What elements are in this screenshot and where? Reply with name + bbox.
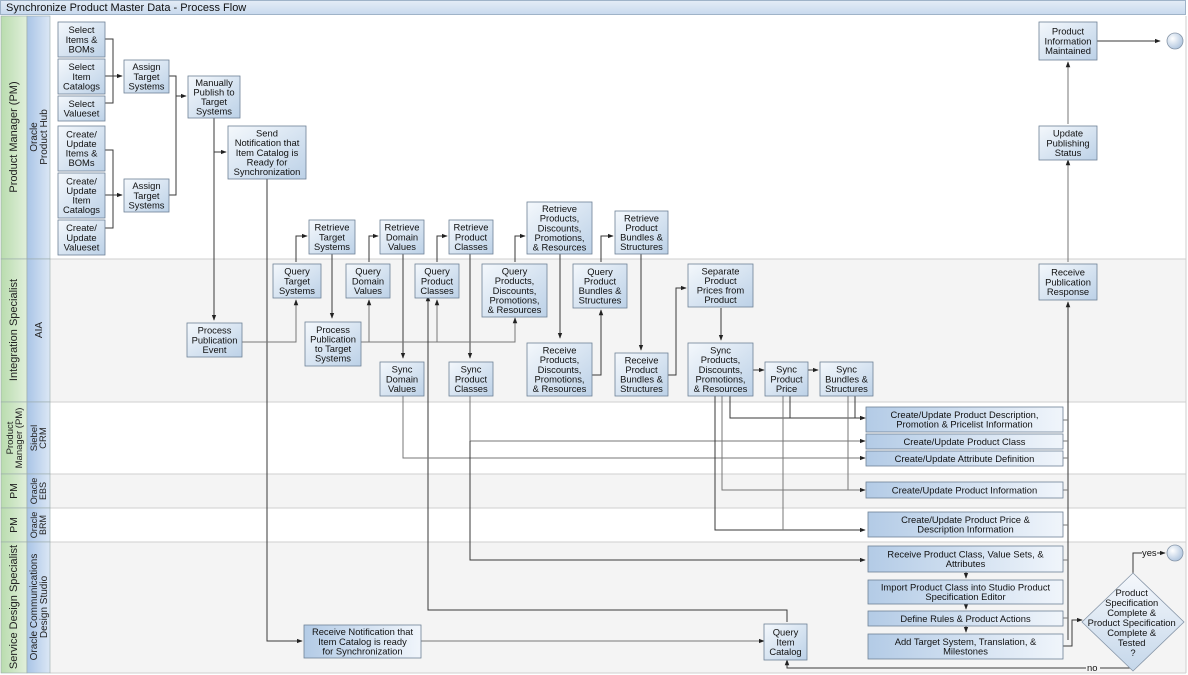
step-manually-publish[interactable]: Manually Publish to Target Systems: [187, 75, 241, 119]
step-receive-notification[interactable]: Receive Notification that Item Catalog is…: [303, 624, 422, 659]
step-create-items-boms[interactable]: Create/Update Items & BOMs: [57, 125, 106, 172]
step-product-info-maintained[interactable]: Product Information Maintained: [1038, 21, 1098, 61]
step-sync-product-classes[interactable]: Sync Product Classes: [448, 361, 494, 397]
step-update-publishing-status[interactable]: Update Publishing Status: [1038, 125, 1098, 161]
step-ebs-product-info[interactable]: Create/Update Product Information: [865, 481, 1064, 499]
step-label: Retrieve Domain Values: [385, 222, 420, 252]
step-label: Receive Product Bundles & Structures: [620, 354, 663, 394]
step-query-domain-values[interactable]: Query Domain Values: [345, 263, 391, 299]
step-define-rules[interactable]: Define Rules & Product Actions: [867, 610, 1064, 627]
step-label: Create/Update Product Price & Description…: [901, 514, 1030, 535]
step-retrieve-products[interactable]: Retrieve Products, Discounts, Promotions, & …: [526, 201, 593, 255]
step-send-notification[interactable]: Send Notification that Item Catalog is Read…: [227, 125, 307, 180]
step-import-product-class[interactable]: Import Product Class into Studio Product…: [867, 579, 1064, 605]
lane-role-label: Service Design Specialist: [8, 545, 20, 669]
step-receive-publication-response[interactable]: Receive Publication Response: [1038, 263, 1098, 301]
step-label: Create/Update Product Class: [904, 436, 1026, 447]
step-retrieve-bundles[interactable]: Retrieve Product Bundles & Structures: [614, 210, 669, 255]
step-select-items-boms[interactable]: Select Items & BOMs: [57, 21, 106, 58]
step-label: Receive Notification that Item Catalog is…: [312, 626, 413, 656]
step-assign-target-1[interactable]: Assign Target Systems: [123, 59, 170, 94]
step-sync-products[interactable]: Sync Products, Discounts, Promotions, & Reso…: [687, 342, 754, 397]
step-process-publication-event[interactable]: Process Publication Event: [186, 322, 243, 358]
step-label: Select Valueset: [64, 98, 100, 119]
step-label: Retrieve Product Classes: [454, 222, 489, 252]
step-crm-attribute-def[interactable]: Create/Update Attribute Definition: [865, 450, 1064, 467]
step-label: Query Product Classes: [420, 266, 454, 296]
lane-oracle-brm: PM OracleBRM: [0, 507, 51, 543]
step-label: Retrieve Target Systems: [314, 222, 350, 252]
lane-system-label: SiebelCRM: [29, 425, 49, 451]
lane-role-label: PM: [8, 517, 20, 533]
step-label: Create/Update Product Description, Promot…: [891, 409, 1039, 430]
step-query-item-catalog[interactable]: Query Item Catalog: [763, 623, 808, 661]
step-receive-bundles[interactable]: Receive Product Bundles & Structures: [614, 352, 669, 397]
step-separate-prices[interactable]: Separate Product Prices from Product: [687, 263, 754, 308]
step-sync-domain-values[interactable]: Sync Domain Values: [379, 361, 425, 397]
step-create-valueset[interactable]: Create/Update Valueset: [57, 219, 106, 256]
step-assign-target-2[interactable]: Assign Target Systems: [123, 178, 170, 213]
process-flow-canvas: Synchronize Product Master Data - Proces…: [0, 0, 1188, 675]
end-event-yes: [1166, 544, 1184, 562]
step-retrieve-target-systems[interactable]: Retrieve Target Systems: [308, 219, 356, 255]
step-label: Receive Publication Response: [1045, 267, 1091, 297]
step-process-publication-target[interactable]: Process Publication to Target Systems: [304, 321, 362, 367]
lane-headers: Product Manager (PM) OracleProduct Hub I…: [0, 15, 51, 674]
step-label: Create/Update Valueset: [64, 222, 100, 252]
step-query-bundles[interactable]: Query Product Bundles & Structures: [572, 263, 628, 309]
step-label: Assign Target Systems: [129, 61, 165, 91]
swimlane-diagram: Product Manager (PM) OracleProduct Hub I…: [0, 15, 1187, 674]
step-add-target-system[interactable]: Add Target System, Translation, & Milesto…: [867, 633, 1064, 660]
step-label: Query Domain Values: [352, 266, 384, 296]
step-label: Select Items & BOMs: [66, 24, 99, 54]
lane-product-hub: Product Manager (PM) OracleProduct Hub: [0, 15, 51, 260]
decision-yes-label: yes: [1142, 547, 1157, 558]
lane-role-label: Integration Specialist: [8, 279, 20, 381]
step-retrieve-domain-values[interactable]: Retrieve Domain Values: [379, 219, 425, 255]
step-create-item-catalogs[interactable]: Create/Update Item Catalogs: [57, 172, 106, 219]
step-label: Create/Update Item Catalogs: [63, 175, 100, 215]
step-select-item-catalogs[interactable]: Select Item Catalogs: [57, 58, 106, 95]
step-crm-desc-promo[interactable]: Create/Update Product Description, Promot…: [865, 406, 1064, 433]
step-label: Create/Update Attribute Definition: [895, 453, 1035, 464]
step-crm-product-class[interactable]: Create/Update Product Class: [865, 433, 1064, 450]
step-sync-bundles[interactable]: Sync Bundles & Structures: [819, 361, 874, 397]
lane-role-label: Product Manager (PM): [8, 81, 20, 192]
step-label: Process Publication to Target Systems: [310, 324, 356, 364]
decision-no-label: no: [1087, 662, 1097, 673]
step-label: Manually Publish to Target Systems: [193, 77, 234, 117]
step-query-products[interactable]: Query Products, Discounts, Promotions, & Res…: [481, 263, 548, 318]
lane-design-studio: Service Design Specialist Oracle Communi…: [0, 541, 51, 674]
step-label: Create/Update Product Information: [892, 484, 1037, 495]
lane-siebel-crm: ProductManager (PM) SiebelCRM: [0, 401, 51, 475]
step-label: Retrieve Product Bundles & Structures: [620, 212, 663, 252]
step-brm-price-desc[interactable]: Create/Update Product Price & Description…: [867, 511, 1064, 538]
lane-oracle-ebs: PM OracleEBS: [0, 473, 51, 509]
step-label: Define Rules & Product Actions: [900, 613, 1031, 624]
step-sync-product-price[interactable]: Sync Product Price: [764, 361, 809, 397]
step-label: Create/Update Items & BOMs: [66, 128, 99, 168]
lane-aia: Integration Specialist AIA: [0, 258, 51, 403]
step-query-product-classes[interactable]: Query Product Classes: [414, 263, 460, 299]
step-receive-products[interactable]: Receive Products, Discounts, Promotions, & R…: [526, 342, 593, 397]
step-receive-product-class[interactable]: Receive Product Class, Value Sets, & Attr…: [867, 545, 1064, 573]
end-event-top: [1166, 32, 1184, 50]
lane-role-label: PM: [8, 483, 20, 499]
step-retrieve-product-classes[interactable]: Retrieve Product Classes: [448, 219, 494, 255]
step-query-target-systems[interactable]: Query Target Systems: [272, 263, 322, 299]
lane-system-label: OracleBRM: [29, 512, 48, 539]
step-select-valueset[interactable]: Select Valueset: [57, 95, 106, 122]
lane-system-label: AIA: [34, 322, 45, 338]
step-label: Assign Target Systems: [129, 180, 165, 210]
